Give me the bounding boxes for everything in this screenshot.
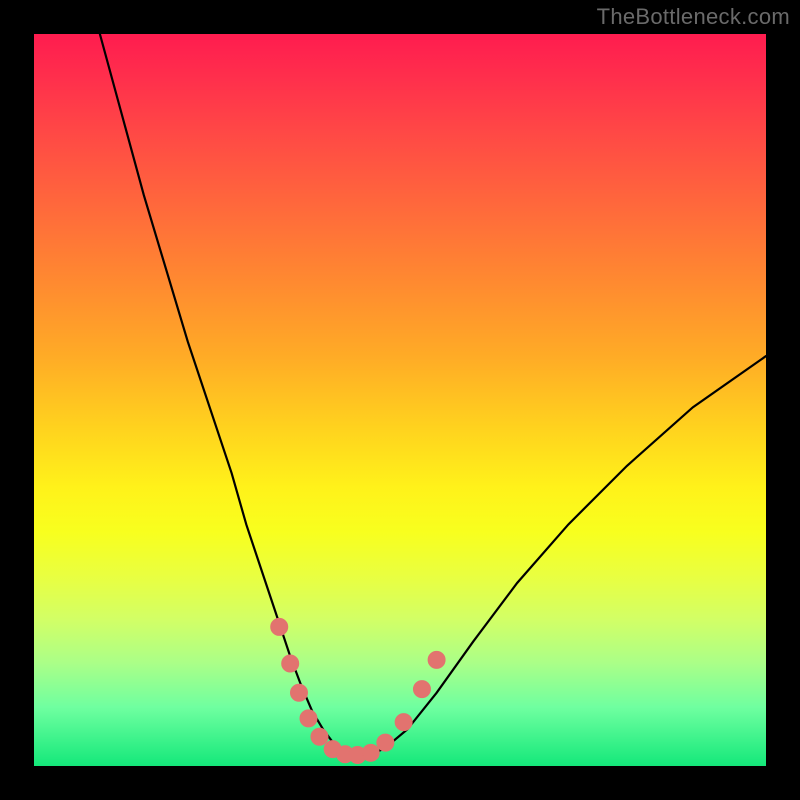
curve-marker — [362, 744, 379, 761]
curve-marker — [428, 651, 445, 668]
curve-marker — [271, 618, 288, 635]
curve-marker — [290, 684, 307, 701]
curve-marker — [311, 728, 328, 745]
bottleneck-curve — [100, 34, 766, 755]
curve-svg — [34, 34, 766, 766]
watermark-text: TheBottleneck.com — [597, 4, 790, 30]
curve-marker — [413, 681, 430, 698]
curve-marker — [395, 714, 412, 731]
curve-marker — [377, 734, 394, 751]
plot-area — [34, 34, 766, 766]
curve-markers — [271, 618, 445, 763]
curve-marker — [300, 710, 317, 727]
curve-marker — [282, 655, 299, 672]
chart-frame: TheBottleneck.com — [0, 0, 800, 800]
